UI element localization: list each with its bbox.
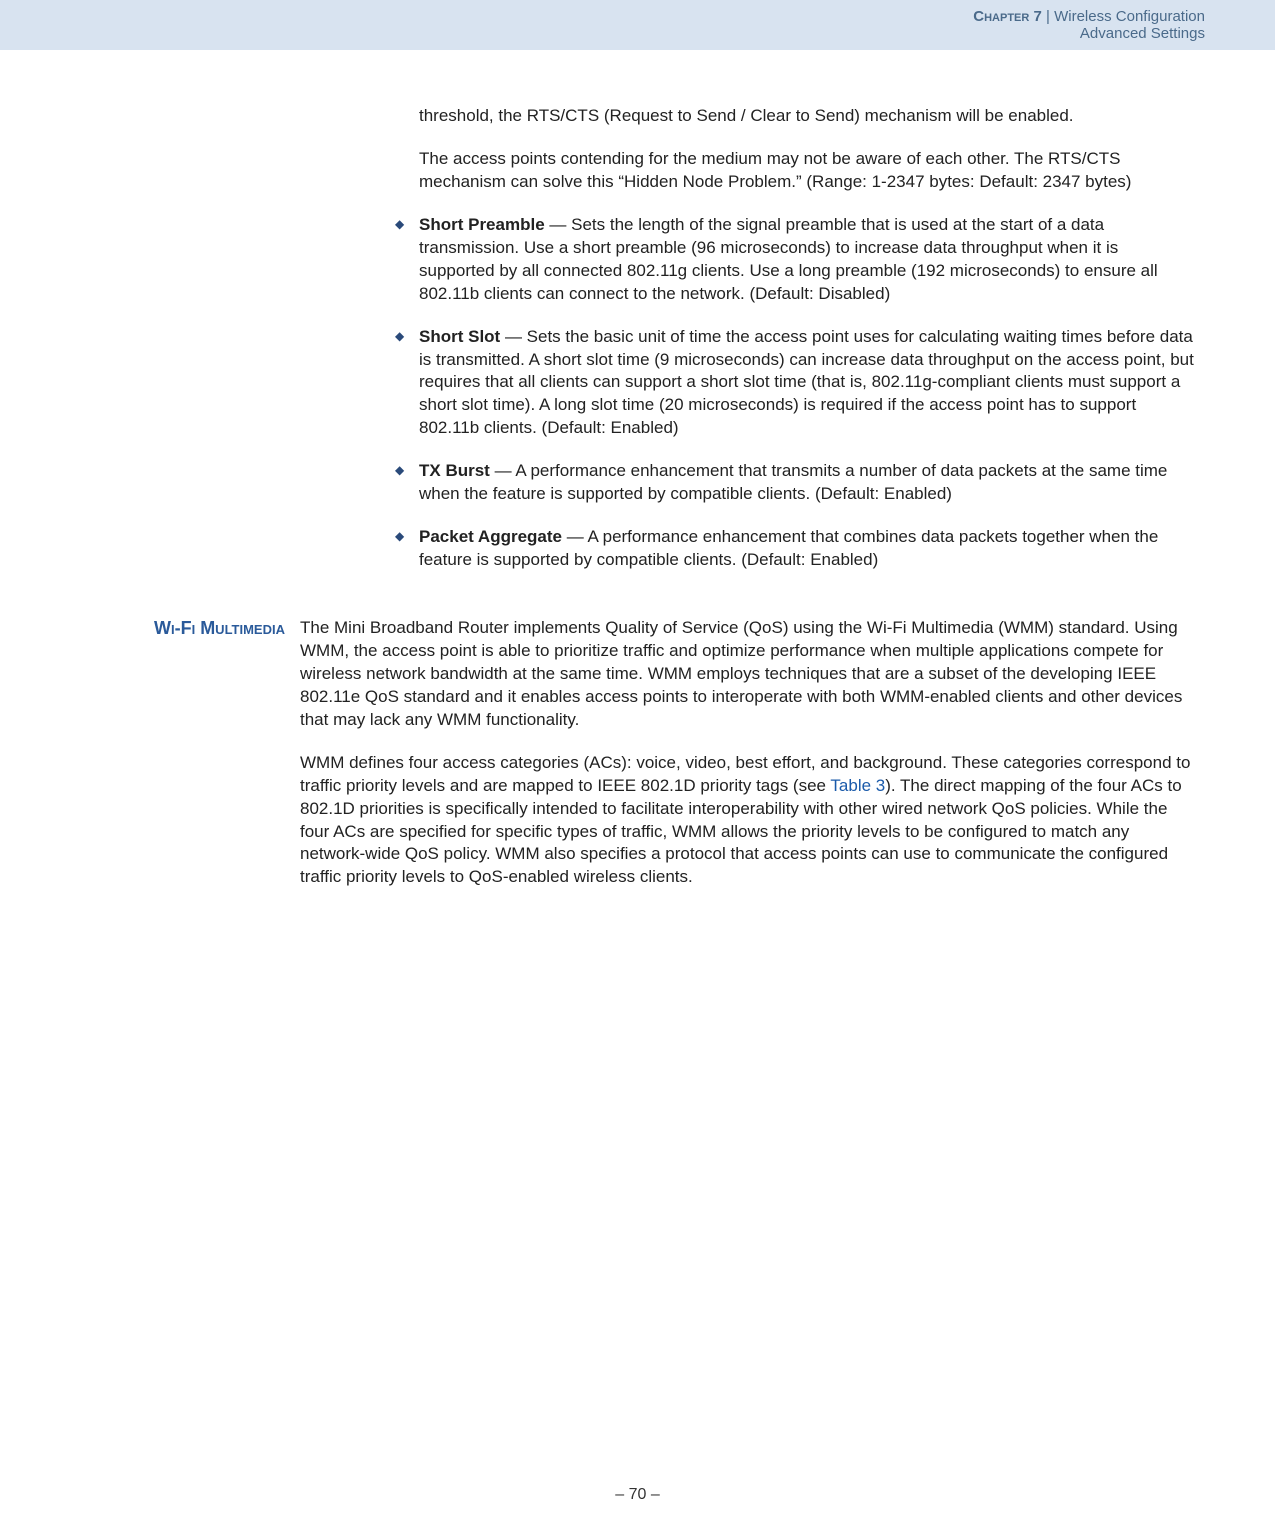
page-footer: – 70 –: [0, 1486, 1275, 1504]
bullet-short-slot: Short Slot — Sets the basic unit of time…: [395, 326, 1195, 441]
section-body: The Mini Broadband Router implements Qua…: [300, 617, 1195, 909]
bullet-desc: — Sets the basic unit of time the access…: [419, 327, 1194, 438]
header-subtitle: Advanced Settings: [20, 25, 1205, 42]
intro-paragraph-1: threshold, the RTS/CTS (Request to Send …: [419, 105, 1195, 128]
section-wifi-multimedia: Wi-Fi Multimedia The Mini Broadband Rout…: [100, 617, 1195, 909]
bullet-tx-burst: TX Burst — A performance enhancement tha…: [395, 460, 1195, 506]
chapter-title: Wireless Configuration: [1054, 8, 1205, 25]
page-number: – 70 –: [615, 1486, 659, 1503]
bullet-term: Short Slot: [419, 327, 500, 346]
content-area: threshold, the RTS/CTS (Request to Send …: [0, 50, 1275, 909]
header-chapter-line: Chapter 7 | Wireless Configuration: [20, 8, 1205, 25]
section-paragraph-2: WMM defines four access categories (ACs)…: [300, 752, 1195, 890]
header-separator: |: [1042, 8, 1054, 25]
bullet-packet-aggregate: Packet Aggregate — A performance enhance…: [395, 526, 1195, 572]
section-paragraph-1: The Mini Broadband Router implements Qua…: [300, 617, 1195, 732]
page-header: Chapter 7 | Wireless Configuration Advan…: [0, 0, 1275, 50]
bullet-desc: — A performance enhancement that transmi…: [419, 461, 1167, 503]
bullet-term: Short Preamble: [419, 215, 545, 234]
bullet-term: Packet Aggregate: [419, 527, 562, 546]
bullet-term: TX Burst: [419, 461, 490, 480]
chapter-label: Chapter 7: [973, 8, 1042, 25]
bullet-short-preamble: Short Preamble — Sets the length of the …: [395, 214, 1195, 306]
section-heading: Wi-Fi Multimedia: [100, 617, 300, 639]
intro-paragraph-2: The access points contending for the med…: [419, 148, 1195, 194]
table-3-link[interactable]: Table 3: [830, 776, 885, 795]
